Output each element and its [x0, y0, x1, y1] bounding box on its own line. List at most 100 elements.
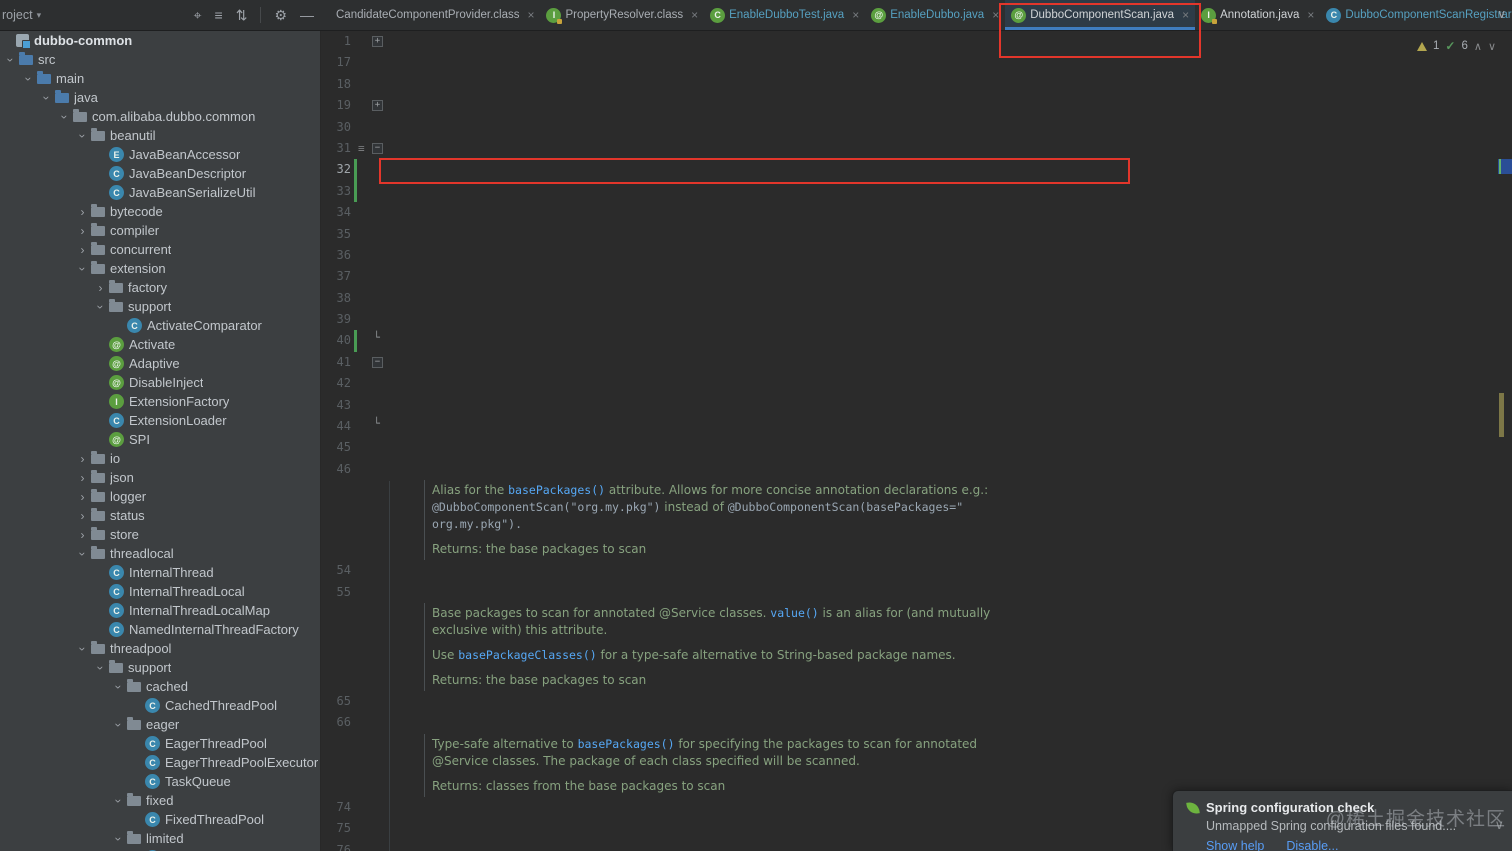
fold-marker-icon[interactable]: +	[372, 100, 383, 112]
chevron-expanded-icon[interactable]: ›	[76, 643, 90, 654]
tree-item-EagerThreadPool[interactable]: C EagerThreadPool	[0, 734, 320, 753]
tree-item-store[interactable]: › store	[0, 525, 320, 544]
chevron-expanded-icon[interactable]: ›	[112, 833, 126, 844]
close-icon[interactable]: ×	[852, 8, 859, 22]
chevron-collapsed-icon[interactable]: ›	[77, 452, 88, 466]
close-icon[interactable]: ×	[1182, 8, 1189, 22]
inspection-widget[interactable]: 1 ✓ 6 ∧ ∨	[1417, 39, 1496, 53]
chevron-expanded-icon[interactable]: ›	[76, 548, 90, 559]
scrollbar-warning-mark[interactable]	[1499, 393, 1504, 437]
tab-overflow-chevron-icon[interactable]: ∨	[1497, 7, 1506, 21]
tree-item-beanutil[interactable]: › beanutil	[0, 126, 320, 145]
tree-item-TaskQueue[interactable]: C TaskQueue	[0, 772, 320, 791]
tab-EnableDubboTest.java[interactable]: C EnableDubboTest.java ×	[704, 0, 865, 30]
tree-item-ExtensionLoader[interactable]: C ExtensionLoader	[0, 411, 320, 430]
chevron-expanded-icon[interactable]: ›	[22, 73, 36, 84]
chevron-collapsed-icon[interactable]: ›	[77, 243, 88, 257]
tree-item-JavaBeanDescriptor[interactable]: C JavaBeanDescriptor	[0, 164, 320, 183]
chevron-collapsed-icon[interactable]: ›	[77, 205, 88, 219]
chevron-expanded-icon[interactable]: ›	[40, 92, 54, 103]
chevron-collapsed-icon[interactable]: ›	[95, 281, 106, 295]
chevron-expanded-icon[interactable]: ›	[112, 719, 126, 730]
chevron-collapsed-icon[interactable]: ›	[77, 528, 88, 542]
tree-item-concurrent[interactable]: › concurrent	[0, 240, 320, 259]
tree-item-InternalThreadLocalMap[interactable]: C InternalThreadLocalMap	[0, 601, 320, 620]
tree-item-factory[interactable]: › factory	[0, 278, 320, 297]
chevron-expanded-icon[interactable]: ›	[4, 54, 18, 65]
tab-CandidateComponentProvider.class[interactable]: CandidateComponentProvider.class ×	[330, 0, 540, 30]
project-dropdown-label[interactable]: roject	[2, 8, 33, 22]
tree-item-status[interactable]: › status	[0, 506, 320, 525]
notification-collapse-chevron-icon[interactable]: ∨	[1494, 817, 1504, 833]
tree-item-Activate[interactable]: @ Activate	[0, 335, 320, 354]
chevron-collapsed-icon[interactable]: ›	[77, 490, 88, 504]
chevron-expanded-icon[interactable]: ›	[112, 795, 126, 806]
chevron-expanded-icon[interactable]: ›	[94, 301, 108, 312]
tree-item-EagerThreadPoolExecutor[interactable]: C EagerThreadPoolExecutor	[0, 753, 320, 772]
tree-item-main[interactable]: › main	[0, 69, 320, 88]
locate-icon[interactable]: ⌖	[194, 7, 202, 24]
collapse-all-icon[interactable]: ⇅	[236, 7, 248, 24]
tree-item-CachedThreadPool[interactable]: C CachedThreadPool	[0, 696, 320, 715]
tree-item-compiler[interactable]: › compiler	[0, 221, 320, 240]
tree-item-JavaBeanAccessor[interactable]: E JavaBeanAccessor	[0, 145, 320, 164]
chevron-expanded-icon[interactable]: ›	[112, 681, 126, 692]
fold-marker-icon[interactable]: −	[372, 142, 383, 154]
tree-item-extension[interactable]: › extension	[0, 259, 320, 278]
tree-item-bytecode[interactable]: › bytecode	[0, 202, 320, 221]
tree-item-SPI[interactable]: @ SPI	[0, 430, 320, 449]
tree-item-eager[interactable]: › eager	[0, 715, 320, 734]
chevron-collapsed-icon[interactable]: ›	[77, 509, 88, 523]
tree-item-JavaBeanSerializeUtil[interactable]: C JavaBeanSerializeUtil	[0, 183, 320, 202]
project-tree[interactable]: dubbo-common › src › main › java › com.alibaba.d…	[0, 31, 321, 851]
settings-icon[interactable]: ⚙	[274, 7, 287, 24]
tab-DubboComponentScan.java[interactable]: @ DubboComponentScan.java ×	[999, 0, 1202, 58]
tree-item-threadpool[interactable]: › threadpool	[0, 639, 320, 658]
chevron-collapsed-icon[interactable]: ›	[77, 224, 88, 238]
render-doc-toggle-icon[interactable]: ≡	[358, 138, 365, 159]
chevron-collapsed-icon[interactable]: ›	[77, 471, 88, 485]
tree-item-cached[interactable]: › cached	[0, 677, 320, 696]
tree-item-support[interactable]: › support	[0, 297, 320, 316]
fold-marker-icon[interactable]: └	[372, 418, 381, 429]
tree-item-fixed[interactable]: › fixed	[0, 791, 320, 810]
fold-marker-icon[interactable]: └	[372, 332, 381, 343]
tree-item-com.alibaba.dubbo.common[interactable]: › com.alibaba.dubbo.common	[0, 107, 320, 126]
hide-panel-icon[interactable]: —	[300, 7, 314, 23]
fold-marker-icon[interactable]: −	[372, 356, 383, 368]
tree-item-json[interactable]: › json	[0, 468, 320, 487]
close-icon[interactable]: ×	[527, 8, 534, 22]
tab-DubboComponentScanRegistrar.java[interactable]: CDubboComponentScanRegistrar.java×	[1320, 0, 1512, 30]
tree-item-InternalThreadLocal[interactable]: C InternalThreadLocal	[0, 582, 320, 601]
fold-marker-icon[interactable]: +	[372, 36, 383, 47]
tree-item-NamedInternalThreadFactory[interactable]: C NamedInternalThreadFactory	[0, 620, 320, 639]
close-icon[interactable]: ×	[1307, 8, 1314, 22]
tree-item-InternalThread[interactable]: C InternalThread	[0, 563, 320, 582]
tree-item-FixedThreadPool[interactable]: C FixedThreadPool	[0, 810, 320, 829]
chevron-expanded-icon[interactable]: ›	[94, 662, 108, 673]
tree-item-Adaptive[interactable]: @ Adaptive	[0, 354, 320, 373]
tree-item-threadlocal[interactable]: › threadlocal	[0, 544, 320, 563]
tree-item-limited[interactable]: › limited	[0, 829, 320, 848]
tree-item-ActivateComparator[interactable]: C ActivateComparator	[0, 316, 320, 335]
close-icon[interactable]: ×	[691, 8, 698, 22]
tab-Annotation.java[interactable]: I Annotation.java ×	[1195, 0, 1320, 30]
project-panel-header[interactable]: roject ▾ ⌖ ≡ ⇅ ⚙ —	[0, 0, 330, 30]
tab-PropertyResolver.class[interactable]: I PropertyResolver.class ×	[540, 0, 704, 30]
chevron-expanded-icon[interactable]: ›	[76, 263, 90, 274]
code-editor[interactable]: 1 +17 18 19 +30 31 ≡ −32 33 34 35 36 37 38 39 40 └ 41−42 4…	[321, 31, 1512, 851]
tree-item-src[interactable]: › src	[0, 50, 320, 69]
notification-popup[interactable]: Spring configuration check Unmapped Spri…	[1172, 790, 1512, 851]
next-highlight-chevron-icon[interactable]: ∨	[1488, 40, 1496, 53]
close-icon[interactable]: ×	[992, 8, 999, 22]
notification-link[interactable]: Show help	[1206, 839, 1264, 851]
chevron-expanded-icon[interactable]: ›	[58, 111, 72, 122]
prev-highlight-chevron-icon[interactable]: ∧	[1474, 40, 1482, 53]
tree-item-io[interactable]: › io	[0, 449, 320, 468]
tab-EnableDubbo.java[interactable]: @ EnableDubbo.java ×	[865, 0, 1005, 30]
tree-item-logger[interactable]: › logger	[0, 487, 320, 506]
tree-item-dubbo-common[interactable]: dubbo-common	[0, 31, 320, 50]
chevron-expanded-icon[interactable]: ›	[76, 130, 90, 141]
notification-link[interactable]: Disable...	[1286, 839, 1338, 851]
tree-item-java[interactable]: › java	[0, 88, 320, 107]
